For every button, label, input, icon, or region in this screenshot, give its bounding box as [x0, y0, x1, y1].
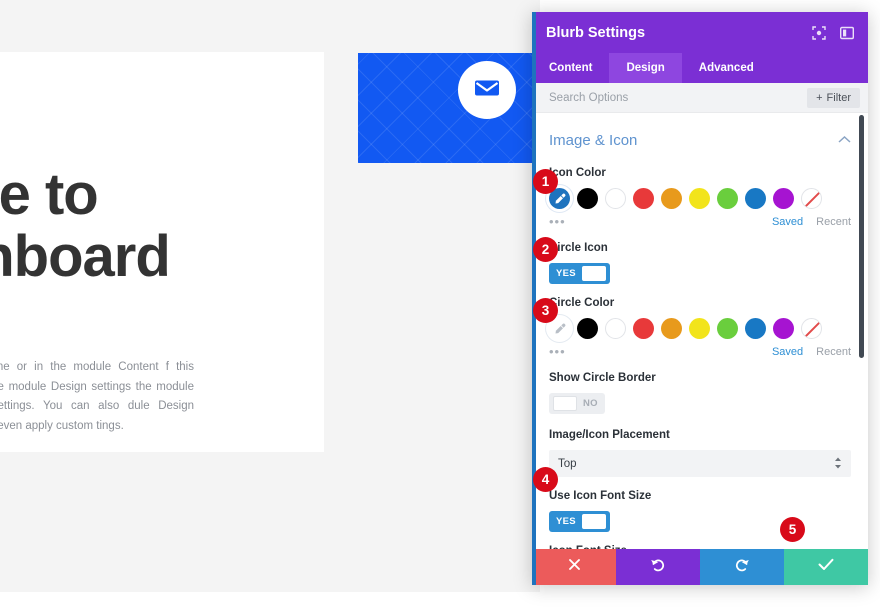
icon-color-label: Icon Color: [549, 167, 606, 179]
circle-icon-toggle-knob: [581, 266, 606, 281]
circle-color-label: Circle Color: [549, 297, 615, 309]
icon-color-swatch-footer: ••• Saved Recent: [549, 215, 851, 229]
close-icon: [568, 558, 581, 576]
redo-icon: [734, 557, 750, 578]
circle-color-eyedropper-swatch[interactable]: [549, 318, 570, 339]
image-icon-placement-value: Top: [558, 457, 577, 470]
icon-color-recent-link[interactable]: Recent: [816, 216, 851, 228]
show-circle-border-label: Show Circle Border: [549, 372, 656, 384]
blurb-settings-modal: Blurb Settings Content Design Advanced S…: [532, 12, 868, 585]
hero-heading-line-1: me to: [0, 162, 99, 227]
icon-color-swatch-blue[interactable]: [745, 188, 766, 209]
filter-button-label: Filter: [826, 91, 851, 104]
hero-body-text: this text inline or in the module Conten…: [0, 361, 194, 432]
circle-icon-toggle[interactable]: YES: [549, 263, 610, 284]
tab-content[interactable]: Content: [532, 53, 609, 83]
circle-color-swatch-footer: ••• Saved Recent: [549, 345, 851, 359]
circle-color-saved-link[interactable]: Saved: [772, 346, 803, 358]
modal-tabs: Content Design Advanced: [532, 53, 868, 83]
icon-color-swatch-black[interactable]: [577, 188, 598, 209]
image-icon-placement-label: Image/Icon Placement: [549, 429, 670, 441]
icon-color-palette-links: Saved Recent: [772, 216, 851, 228]
chevron-updown-icon: [834, 456, 842, 472]
modal-left-accent-bar: [532, 12, 536, 585]
use-icon-font-size-toggle[interactable]: YES: [549, 511, 610, 532]
screenshot-root: me to shboard this text inline or in the…: [0, 0, 880, 608]
filter-button[interactable]: + Filter: [807, 87, 860, 108]
image-icon-placement-select[interactable]: Top: [549, 450, 851, 477]
section-image-and-icon-header[interactable]: Image & Icon: [549, 114, 851, 154]
icon-color-saved-link[interactable]: Saved: [772, 216, 803, 228]
envelope-icon: [474, 78, 500, 103]
modal-header: Blurb Settings: [532, 12, 868, 53]
search-options-bar: + Filter: [532, 83, 868, 113]
show-circle-border-toggle-state: NO: [583, 398, 598, 409]
use-icon-font-size-toggle-knob: [581, 514, 606, 529]
show-circle-border-toggle[interactable]: NO: [549, 393, 605, 414]
options-scrollbar-thumb[interactable]: [859, 115, 864, 358]
callout-badge-5: 5: [780, 517, 805, 542]
tab-design[interactable]: Design: [609, 53, 682, 83]
circle-color-swatch-black[interactable]: [577, 318, 598, 339]
search-input[interactable]: [549, 91, 808, 104]
icon-color-swatch-orange[interactable]: [661, 188, 682, 209]
modal-header-icons: [812, 25, 854, 40]
circle-color-swatch-row: [549, 318, 851, 339]
show-circle-border-toggle-knob: [553, 396, 577, 411]
icon-color-more-button[interactable]: •••: [549, 215, 566, 228]
callout-badge-2: 2: [533, 237, 558, 262]
expand-icon[interactable]: [812, 25, 826, 40]
circle-color-swatch-transparent[interactable]: [801, 318, 822, 339]
circle-color-swatch-green[interactable]: [717, 318, 738, 339]
circle-color-swatch-white[interactable]: [605, 318, 626, 339]
icon-color-swatch-transparent[interactable]: [801, 188, 822, 209]
use-icon-font-size-toggle-state: YES: [556, 516, 576, 527]
circle-color-more-button[interactable]: •••: [549, 345, 566, 358]
icon-color-swatch-red[interactable]: [633, 188, 654, 209]
undo-button[interactable]: [616, 549, 700, 585]
checkmark-icon: [818, 558, 834, 576]
icon-color-swatch-row: [549, 188, 851, 209]
modal-action-bar: [532, 549, 868, 585]
section-title: Image & Icon: [549, 131, 638, 149]
save-button[interactable]: [784, 549, 868, 585]
circle-icon-label: Circle Icon: [549, 242, 608, 254]
cancel-button[interactable]: [532, 549, 616, 585]
page-preview-card: me to shboard this text inline or in the…: [0, 52, 324, 452]
callout-badge-3: 3: [533, 298, 558, 323]
hero-heading-line-2: shboard: [0, 224, 171, 289]
circle-icon-toggle-state: YES: [556, 268, 576, 279]
icon-color-swatch-yellow[interactable]: [689, 188, 710, 209]
use-icon-font-size-label: Use Icon Font Size: [549, 490, 652, 502]
hero-heading: me to shboard: [0, 162, 171, 289]
icon-color-swatch-green[interactable]: [717, 188, 738, 209]
blurb-module[interactable]: title Your content goes here.: [358, 53, 540, 163]
icon-color-swatch-purple[interactable]: [773, 188, 794, 209]
options-scroll-area[interactable]: Image & Icon Icon Color ••• Saved Recent…: [532, 114, 868, 549]
options-scrollbar-track[interactable]: [859, 115, 866, 547]
plus-icon: +: [816, 91, 823, 104]
circle-color-swatch-orange[interactable]: [661, 318, 682, 339]
blurb-icon-circle: [458, 61, 516, 119]
icon-color-swatch-white[interactable]: [605, 188, 626, 209]
callout-badge-1: 1: [533, 169, 558, 194]
undo-icon: [650, 557, 666, 578]
chevron-up-icon[interactable]: [838, 131, 851, 149]
redo-button[interactable]: [700, 549, 784, 585]
circle-color-swatch-yellow[interactable]: [689, 318, 710, 339]
circle-color-swatch-red[interactable]: [633, 318, 654, 339]
circle-color-recent-link[interactable]: Recent: [816, 346, 851, 358]
tab-advanced[interactable]: Advanced: [682, 53, 771, 83]
circle-color-swatch-purple[interactable]: [773, 318, 794, 339]
circle-color-swatch-blue[interactable]: [745, 318, 766, 339]
circle-color-palette-links: Saved Recent: [772, 346, 851, 358]
modal-title: Blurb Settings: [546, 24, 646, 41]
panel-layout-icon[interactable]: [840, 26, 854, 40]
callout-badge-4: 4: [533, 467, 558, 492]
